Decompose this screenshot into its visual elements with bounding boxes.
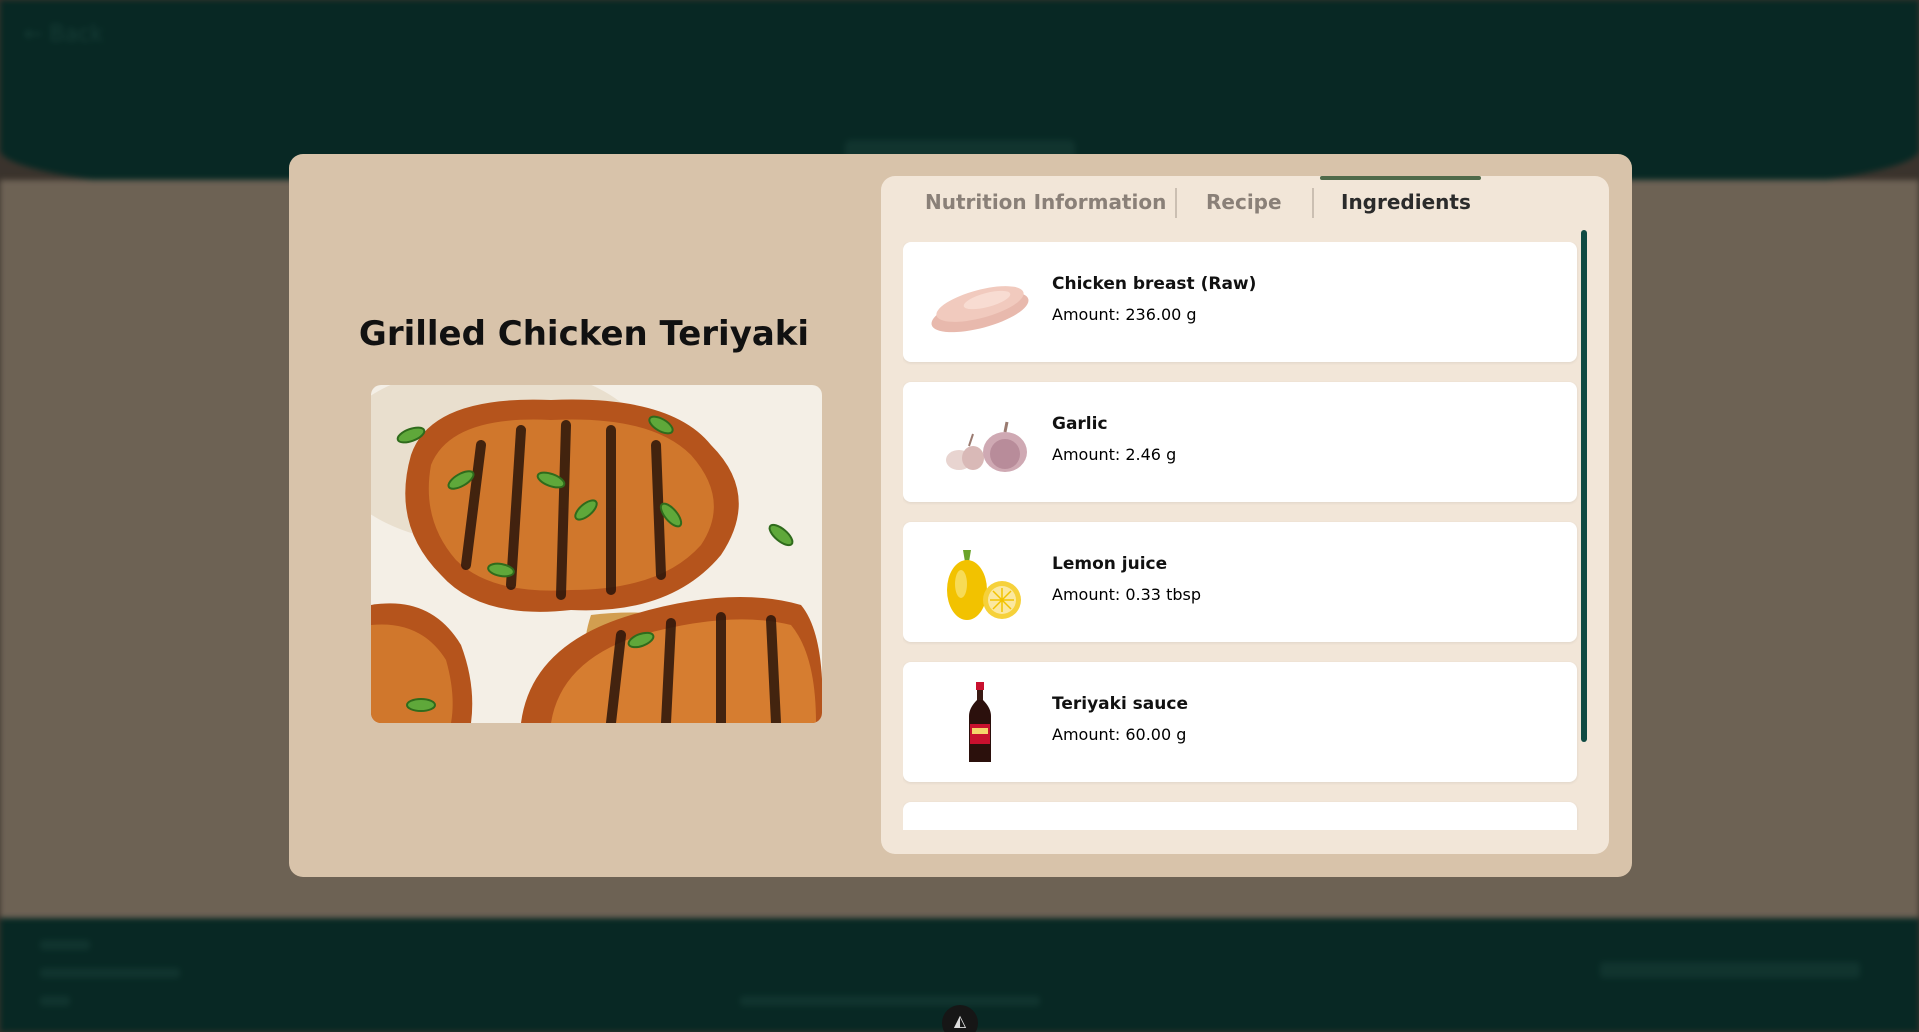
- ingredient-name: Lemon juice: [1052, 554, 1168, 574]
- ingredient-card: [903, 802, 1577, 830]
- ingredient-amount: Amount: 60.00 g: [1052, 725, 1187, 744]
- tab-bar: Nutrition Information Recipe Ingredients: [881, 176, 1609, 232]
- chicken-breast-icon: [925, 262, 1035, 342]
- sauce-bottle-icon: [925, 682, 1035, 762]
- ingredient-amount: Amount: 0.33 tbsp: [1052, 585, 1201, 604]
- ingredient-name: Teriyaki sauce: [1052, 694, 1188, 714]
- tab-divider: [1175, 188, 1177, 218]
- tab-recipe[interactable]: Recipe: [1206, 190, 1282, 214]
- ingredient-amount: Amount: 2.46 g: [1052, 445, 1177, 464]
- details-panel: Nutrition Information Recipe Ingredients…: [881, 176, 1609, 854]
- garlic-icon: [925, 402, 1035, 482]
- ingredient-card: Lemon juice Amount: 0.33 tbsp: [903, 522, 1577, 642]
- recipe-title: Grilled Chicken Teriyaki: [358, 314, 810, 354]
- ingredient-name: Chicken breast (Raw): [1052, 274, 1257, 294]
- tab-nutrition-information[interactable]: Nutrition Information: [925, 190, 1166, 214]
- recipe-modal: Grilled Chicken Teriyaki Nutrition Infor…: [289, 154, 1632, 877]
- tab-divider: [1312, 188, 1314, 218]
- ingredients-list[interactable]: Chicken breast (Raw) Amount: 236.00 g Ga…: [903, 242, 1581, 830]
- ingredients-scrollbar[interactable]: [1581, 230, 1587, 742]
- ingredient-amount: Amount: 236.00 g: [1052, 305, 1197, 324]
- lemon-icon: [925, 542, 1035, 622]
- ingredient-card: Chicken breast (Raw) Amount: 236.00 g: [903, 242, 1577, 362]
- ingredient-card: Garlic Amount: 2.46 g: [903, 382, 1577, 502]
- ingredient-name: Garlic: [1052, 414, 1108, 434]
- ingredient-card: Teriyaki sauce Amount: 60.00 g: [903, 662, 1577, 782]
- recipe-image: [371, 385, 822, 723]
- tab-ingredients[interactable]: Ingredients: [1341, 190, 1471, 214]
- active-tab-indicator: [1320, 176, 1481, 180]
